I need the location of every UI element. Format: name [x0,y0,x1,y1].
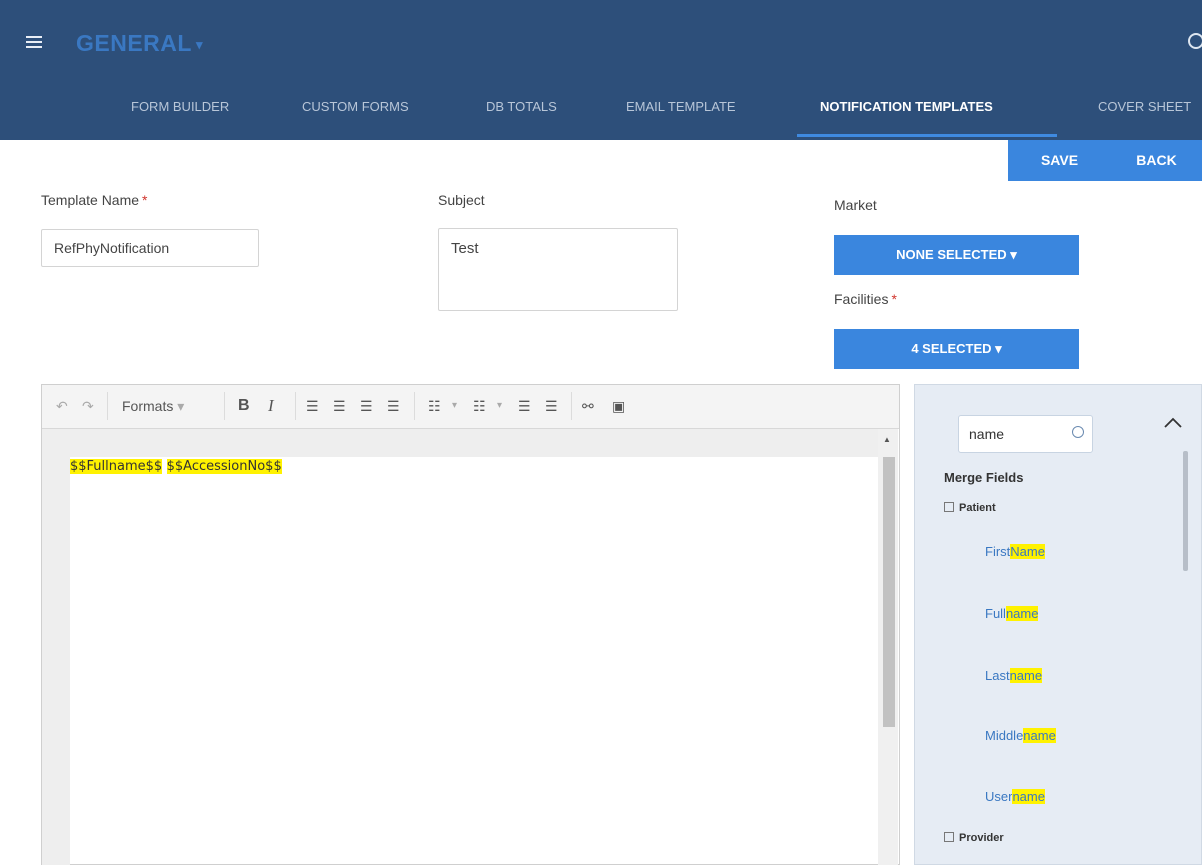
app-title-text: GENERAL [76,30,192,56]
field-prefix: Last [985,668,1010,683]
outdent-icon[interactable]: ☰ [518,395,531,417]
bullet-list-icon[interactable]: ☷ [428,395,441,417]
group-label: Patient [959,502,996,514]
indent-icon[interactable]: ☰ [545,395,558,417]
tab-bar: FORM BUILDER CUSTOM FORMS DB TOTALS EMAI… [0,88,1202,140]
align-right-icon[interactable]: ☰ [360,395,373,417]
chevron-up-icon[interactable] [1163,413,1183,433]
tab-notification-templates[interactable]: NOTIFICATION TEMPLATES [820,88,993,140]
subject-input[interactable]: Test [438,228,678,311]
tab-email-template[interactable]: EMAIL TEMPLATE [626,88,736,140]
merge-token: $$Fullname$$ [70,459,163,474]
subject-label: Subject [438,192,485,208]
merge-fields-title: Merge Fields [944,470,1024,485]
field-prefix: First [985,544,1011,559]
chevron-down-icon: ▾ [195,36,203,52]
tab-custom-forms[interactable]: CUSTOM FORMS [302,88,409,140]
editor-content[interactable]: $$Fullname$$ $$AccessionNo$$ [70,457,880,865]
required-marker: * [891,291,897,307]
toolbar-divider [571,392,572,420]
panel-scrollbar-thumb[interactable] [1183,451,1188,571]
search-match: name [1009,668,1043,683]
tree-node-icon [944,832,954,842]
market-dropdown-label: NONE SELECTED [896,247,1007,262]
merge-field-search-input[interactable]: name [958,415,1093,453]
search-match: name [1012,789,1045,804]
facilities-dropdown-label: 4 SELECTED [911,341,992,356]
chevron-down-icon[interactable]: ▾ [497,395,502,417]
numbered-list-icon[interactable]: ☷ [473,395,486,417]
field-prefix: Full [985,606,1006,621]
help-icon[interactable] [1188,33,1202,49]
app-header: GENERAL ▾ FORM BUILDER CUSTOM FORMS DB TO… [0,0,1202,140]
align-justify-icon[interactable]: ☰ [387,395,400,417]
formats-dropdown[interactable]: Formats ▾ [122,395,184,417]
required-marker: * [142,192,148,208]
image-icon[interactable]: ▣ [612,395,625,417]
undo-icon[interactable]: ↶ [56,395,68,417]
editor-scrollbar[interactable]: ▲ [878,429,898,865]
group-label: Provider [959,832,1004,844]
chevron-down-icon[interactable]: ▾ [452,395,457,417]
redo-icon[interactable]: ↷ [82,395,94,417]
merge-field-lastname[interactable]: Lastname [985,668,1043,683]
app-title[interactable]: GENERAL ▾ [76,30,203,57]
template-name-label-text: Template Name [41,192,140,208]
market-label: Market [834,197,877,213]
editor-toolbar: ↶ ↷ Formats ▾ B I ☰ ☰ ☰ ☰ ☷ ▾ ☷ ▾ ☰ ☰ ⚯ … [42,385,899,429]
chevron-down-icon: ▾ [995,341,1002,356]
template-name-input[interactable]: RefPhyNotification [41,229,259,267]
tab-form-builder[interactable]: FORM BUILDER [131,88,229,140]
bold-icon[interactable]: B [238,395,250,417]
facilities-dropdown[interactable]: 4 SELECTED ▾ [834,329,1079,369]
italic-icon[interactable]: I [268,395,274,417]
toolbar-divider [414,392,415,420]
save-button[interactable]: SAVE [1008,140,1111,181]
align-left-icon[interactable]: ☰ [306,395,319,417]
tab-db-totals[interactable]: DB TOTALS [486,88,557,140]
template-name-label: Template Name * [41,192,148,208]
chevron-down-icon: ▾ [1010,247,1017,262]
merge-field-middlename[interactable]: Middlename [985,728,1056,743]
scrollbar-thumb[interactable] [883,457,895,727]
search-match: name [1023,728,1056,743]
toolbar-divider [224,392,225,420]
search-match: name [1005,606,1039,621]
scroll-up-icon[interactable]: ▲ [883,435,891,444]
merge-field-username[interactable]: Username [985,789,1045,804]
market-dropdown[interactable]: NONE SELECTED ▾ [834,235,1079,275]
toolbar-divider [107,392,108,420]
search-icon[interactable] [1072,426,1084,438]
tab-cover-sheet[interactable]: COVER SHEET [1098,88,1191,140]
align-center-icon[interactable]: ☰ [333,395,346,417]
group-provider[interactable]: Provider [944,832,1004,844]
search-value: name [969,426,1005,442]
back-button[interactable]: BACK [1111,140,1202,181]
tree-node-icon [944,502,954,512]
merge-field-fullname[interactable]: Fullname [985,606,1039,621]
group-patient[interactable]: Patient [944,502,996,514]
editor-gutter [42,429,70,865]
hamburger-menu-icon[interactable] [26,36,42,48]
toolbar-divider [295,392,296,420]
facilities-label-text: Facilities [834,291,889,307]
merge-field-firstname[interactable]: FirstName [985,544,1045,559]
field-prefix: User [985,789,1013,804]
active-tab-indicator [797,134,1057,137]
search-match: Name [1010,544,1045,559]
chevron-down-icon: ▾ [177,398,185,414]
editor-margin-top [70,429,878,457]
merge-token: $$AccessionNo$$ [166,459,282,474]
field-prefix: Middle [985,728,1024,743]
facilities-label: Facilities * [834,291,897,307]
link-icon[interactable]: ⚯ [582,395,594,417]
rich-text-editor: ↶ ↷ Formats ▾ B I ☰ ☰ ☰ ☰ ☷ ▾ ☷ ▾ ☰ ☰ ⚯ … [41,384,900,865]
merge-fields-panel: name Merge Fields Patient FirstName Full… [914,384,1202,865]
formats-dropdown-label: Formats [122,398,174,414]
